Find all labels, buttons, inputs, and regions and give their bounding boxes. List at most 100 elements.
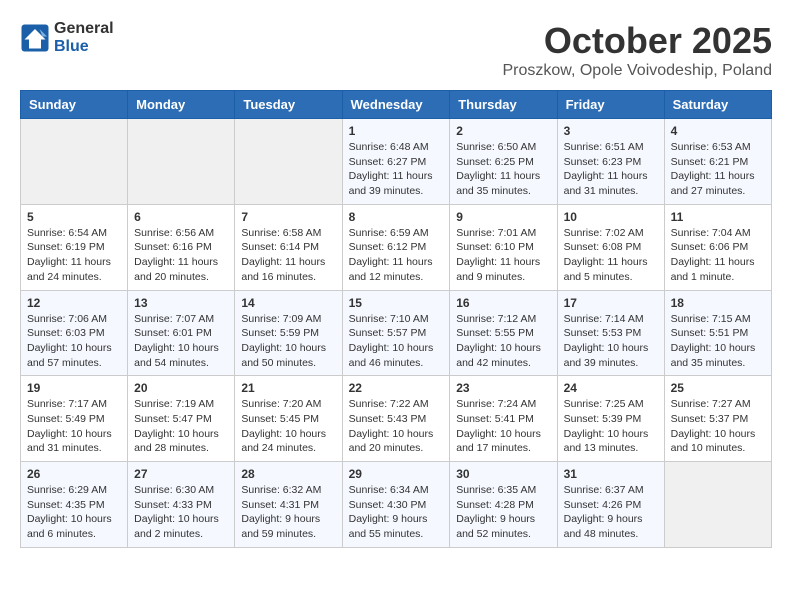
day-number: 10 — [564, 210, 658, 224]
calendar-cell: 16 Sunrise: 7:12 AM Sunset: 5:55 PM Dayli… — [450, 290, 557, 376]
calendar-cell: 20 Sunrise: 7:19 AM Sunset: 5:47 PM Dayli… — [128, 376, 235, 462]
page-header: General Blue October 2025 Proszkow, Opol… — [20, 20, 772, 80]
day-number: 18 — [671, 296, 765, 310]
logo: General Blue — [20, 20, 114, 55]
day-info: Sunrise: 6:37 AM Sunset: 4:26 PM Dayligh… — [564, 483, 658, 542]
calendar-cell: 18 Sunrise: 7:15 AM Sunset: 5:51 PM Dayli… — [664, 290, 771, 376]
day-info: Sunrise: 7:02 AM Sunset: 6:08 PM Dayligh… — [564, 226, 658, 285]
calendar-cell: 23 Sunrise: 7:24 AM Sunset: 5:41 PM Dayli… — [450, 376, 557, 462]
day-info: Sunrise: 7:10 AM Sunset: 5:57 PM Dayligh… — [349, 312, 444, 371]
logo-text: General Blue — [54, 20, 114, 55]
day-info: Sunrise: 7:25 AM Sunset: 5:39 PM Dayligh… — [564, 397, 658, 456]
calendar-cell: 24 Sunrise: 7:25 AM Sunset: 5:39 PM Dayli… — [557, 376, 664, 462]
calendar-table: SundayMondayTuesdayWednesdayThursdayFrid… — [20, 90, 772, 548]
day-info: Sunrise: 6:59 AM Sunset: 6:12 PM Dayligh… — [349, 226, 444, 285]
weekday-header: Sunday — [21, 91, 128, 119]
day-info: Sunrise: 7:20 AM Sunset: 5:45 PM Dayligh… — [241, 397, 335, 456]
day-info: Sunrise: 7:24 AM Sunset: 5:41 PM Dayligh… — [456, 397, 550, 456]
location-title: Proszkow, Opole Voivodeship, Poland — [503, 62, 773, 80]
day-info: Sunrise: 6:53 AM Sunset: 6:21 PM Dayligh… — [671, 140, 765, 199]
logo-blue-text: Blue — [54, 38, 114, 56]
month-title: October 2025 — [503, 20, 773, 62]
calendar-cell: 28Sunrise: 6:32 AM Sunset: 4:31 PM Dayli… — [235, 462, 342, 548]
day-number: 31 — [564, 467, 658, 481]
day-number: 23 — [456, 381, 550, 395]
day-info: Sunrise: 7:12 AM Sunset: 5:55 PM Dayligh… — [456, 312, 550, 371]
calendar-cell — [664, 462, 771, 548]
day-info: Sunrise: 7:06 AM Sunset: 6:03 PM Dayligh… — [27, 312, 121, 371]
calendar-week-row: 5Sunrise: 6:54 AM Sunset: 6:19 PM Daylig… — [21, 204, 772, 290]
weekday-header: Saturday — [664, 91, 771, 119]
weekday-header: Wednesday — [342, 91, 450, 119]
calendar-cell: 11 Sunrise: 7:04 AM Sunset: 6:06 PM Dayli… — [664, 204, 771, 290]
day-number: 30 — [456, 467, 550, 481]
day-number: 24 — [564, 381, 658, 395]
day-number: 2 — [456, 124, 550, 138]
calendar-cell: 3 Sunrise: 6:51 AM Sunset: 6:23 PM Daylig… — [557, 119, 664, 205]
calendar-cell: 15 Sunrise: 7:10 AM Sunset: 5:57 PM Dayli… — [342, 290, 450, 376]
day-number: 12 — [27, 296, 121, 310]
day-info: Sunrise: 7:17 AM Sunset: 5:49 PM Dayligh… — [27, 397, 121, 456]
calendar-week-row: 26 Sunrise: 6:29 AM Sunset: 4:35 PM Dayli… — [21, 462, 772, 548]
calendar-cell: 1 Sunrise: 6:48 AM Sunset: 6:27 PM Daylig… — [342, 119, 450, 205]
day-info: Sunrise: 7:01 AM Sunset: 6:10 PM Dayligh… — [456, 226, 550, 285]
calendar-cell: 22 Sunrise: 7:22 AM Sunset: 5:43 PM Dayli… — [342, 376, 450, 462]
weekday-header: Monday — [128, 91, 235, 119]
day-number: 6 — [134, 210, 228, 224]
day-info: Sunrise: 6:34 AM Sunset: 4:30 PM Dayligh… — [349, 483, 444, 542]
day-info: Sunrise: 7:19 AM Sunset: 5:47 PM Dayligh… — [134, 397, 228, 456]
day-number: 28 — [241, 467, 335, 481]
day-info: Sunrise: 6:30 AM Sunset: 4:33 PM Dayligh… — [134, 483, 228, 542]
calendar-cell: 4 Sunrise: 6:53 AM Sunset: 6:21 PM Daylig… — [664, 119, 771, 205]
calendar-cell: 31 Sunrise: 6:37 AM Sunset: 4:26 PM Dayli… — [557, 462, 664, 548]
day-number: 1 — [349, 124, 444, 138]
calendar-cell: 2 Sunrise: 6:50 AM Sunset: 6:25 PM Daylig… — [450, 119, 557, 205]
calendar-cell: 30 Sunrise: 6:35 AM Sunset: 4:28 PM Dayli… — [450, 462, 557, 548]
calendar-cell: 29 Sunrise: 6:34 AM Sunset: 4:30 PM Dayli… — [342, 462, 450, 548]
weekday-header: Friday — [557, 91, 664, 119]
logo-general-text: General — [54, 20, 114, 38]
calendar-week-row: 19Sunrise: 7:17 AM Sunset: 5:49 PM Dayli… — [21, 376, 772, 462]
day-info: Sunrise: 7:07 AM Sunset: 6:01 PM Dayligh… — [134, 312, 228, 371]
calendar-cell — [128, 119, 235, 205]
day-number: 25 — [671, 381, 765, 395]
day-info: Sunrise: 7:22 AM Sunset: 5:43 PM Dayligh… — [349, 397, 444, 456]
day-number: 20 — [134, 381, 228, 395]
day-number: 15 — [349, 296, 444, 310]
calendar-cell: 25Sunrise: 7:27 AM Sunset: 5:37 PM Dayli… — [664, 376, 771, 462]
day-number: 13 — [134, 296, 228, 310]
day-info: Sunrise: 7:09 AM Sunset: 5:59 PM Dayligh… — [241, 312, 335, 371]
day-number: 4 — [671, 124, 765, 138]
day-number: 26 — [27, 467, 121, 481]
day-info: Sunrise: 6:54 AM Sunset: 6:19 PM Dayligh… — [27, 226, 121, 285]
logo-icon — [20, 23, 50, 53]
day-number: 21 — [241, 381, 335, 395]
day-info: Sunrise: 6:48 AM Sunset: 6:27 PM Dayligh… — [349, 140, 444, 199]
calendar-cell: 5Sunrise: 6:54 AM Sunset: 6:19 PM Daylig… — [21, 204, 128, 290]
calendar-cell: 7Sunrise: 6:58 AM Sunset: 6:14 PM Daylig… — [235, 204, 342, 290]
calendar-header-row: SundayMondayTuesdayWednesdayThursdayFrid… — [21, 91, 772, 119]
day-number: 9 — [456, 210, 550, 224]
day-number: 22 — [349, 381, 444, 395]
day-number: 11 — [671, 210, 765, 224]
day-info: Sunrise: 6:56 AM Sunset: 6:16 PM Dayligh… — [134, 226, 228, 285]
day-number: 17 — [564, 296, 658, 310]
day-info: Sunrise: 6:35 AM Sunset: 4:28 PM Dayligh… — [456, 483, 550, 542]
day-info: Sunrise: 6:29 AM Sunset: 4:35 PM Dayligh… — [27, 483, 121, 542]
day-info: Sunrise: 6:51 AM Sunset: 6:23 PM Dayligh… — [564, 140, 658, 199]
calendar-week-row: 1 Sunrise: 6:48 AM Sunset: 6:27 PM Daylig… — [21, 119, 772, 205]
calendar-cell: 19Sunrise: 7:17 AM Sunset: 5:49 PM Dayli… — [21, 376, 128, 462]
day-info: Sunrise: 7:04 AM Sunset: 6:06 PM Dayligh… — [671, 226, 765, 285]
day-number: 3 — [564, 124, 658, 138]
day-number: 16 — [456, 296, 550, 310]
calendar-cell: 6 Sunrise: 6:56 AM Sunset: 6:16 PM Daylig… — [128, 204, 235, 290]
day-number: 29 — [349, 467, 444, 481]
weekday-header: Tuesday — [235, 91, 342, 119]
day-info: Sunrise: 7:14 AM Sunset: 5:53 PM Dayligh… — [564, 312, 658, 371]
day-number: 14 — [241, 296, 335, 310]
title-block: October 2025 Proszkow, Opole Voivodeship… — [503, 20, 773, 80]
day-info: Sunrise: 6:58 AM Sunset: 6:14 PM Dayligh… — [241, 226, 335, 285]
day-info: Sunrise: 6:50 AM Sunset: 6:25 PM Dayligh… — [456, 140, 550, 199]
day-info: Sunrise: 7:15 AM Sunset: 5:51 PM Dayligh… — [671, 312, 765, 371]
calendar-cell: 9 Sunrise: 7:01 AM Sunset: 6:10 PM Daylig… — [450, 204, 557, 290]
